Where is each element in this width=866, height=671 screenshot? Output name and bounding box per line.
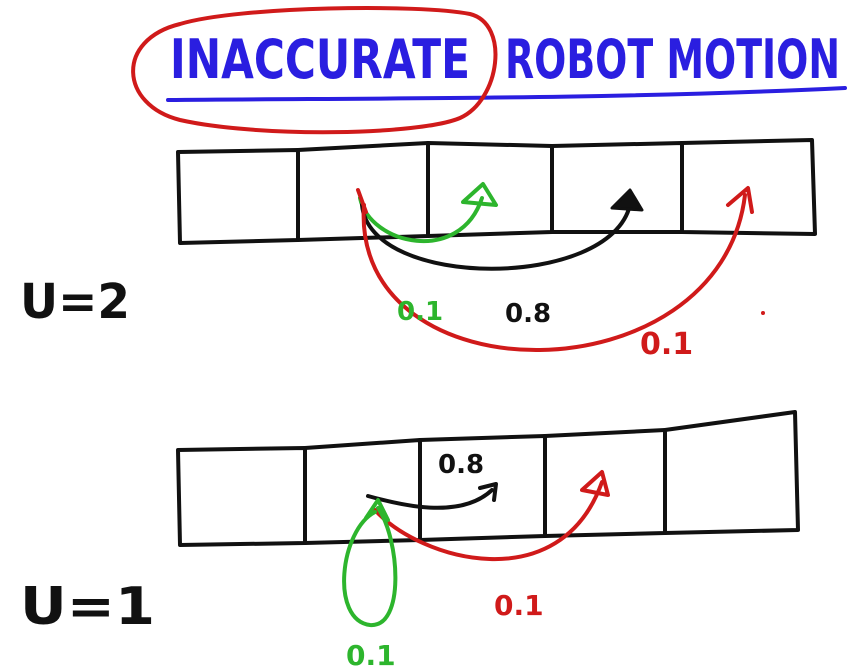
top-prob-black: 0.8 (505, 299, 551, 329)
row-label-u1: U=1 (20, 577, 155, 637)
bottom-green-loop (342, 506, 398, 628)
top-black-arrowhead (610, 188, 644, 212)
whiteboard-canvas: INACCURATE ROBOT MOTION 0.1 0.8 0.1 U=2 (20, 6, 847, 671)
top-green-arrowhead (461, 182, 498, 207)
stray-dot (761, 311, 765, 315)
bottom-prob-red: 0.1 (494, 589, 544, 622)
title-robot-motion: ROBOT MOTION (505, 28, 840, 91)
top-grid (176, 138, 817, 245)
bottom-prob-black: 0.8 (438, 450, 484, 480)
title-group: INACCURATE ROBOT MOTION (131, 6, 847, 135)
top-prob-red: 0.1 (640, 327, 693, 362)
bottom-prob-green: 0.1 (346, 639, 396, 671)
title-inaccurate: INACCURATE (170, 28, 470, 91)
bottom-cell-1 (176, 446, 307, 547)
bottom-grid (176, 410, 800, 547)
top-prob-green: 0.1 (397, 297, 443, 327)
top-cell-4 (550, 141, 684, 234)
bottom-black-arrow (366, 488, 494, 510)
bottom-cell-5 (663, 410, 800, 535)
bottom-cell-2 (303, 438, 422, 545)
bottom-red-arrowhead (580, 470, 610, 497)
row-label-u2: U=2 (20, 274, 130, 330)
top-cell-3 (426, 141, 554, 238)
top-cell-1 (176, 148, 300, 245)
bottom-arrows (342, 470, 610, 628)
top-red-arrowhead (726, 186, 754, 214)
